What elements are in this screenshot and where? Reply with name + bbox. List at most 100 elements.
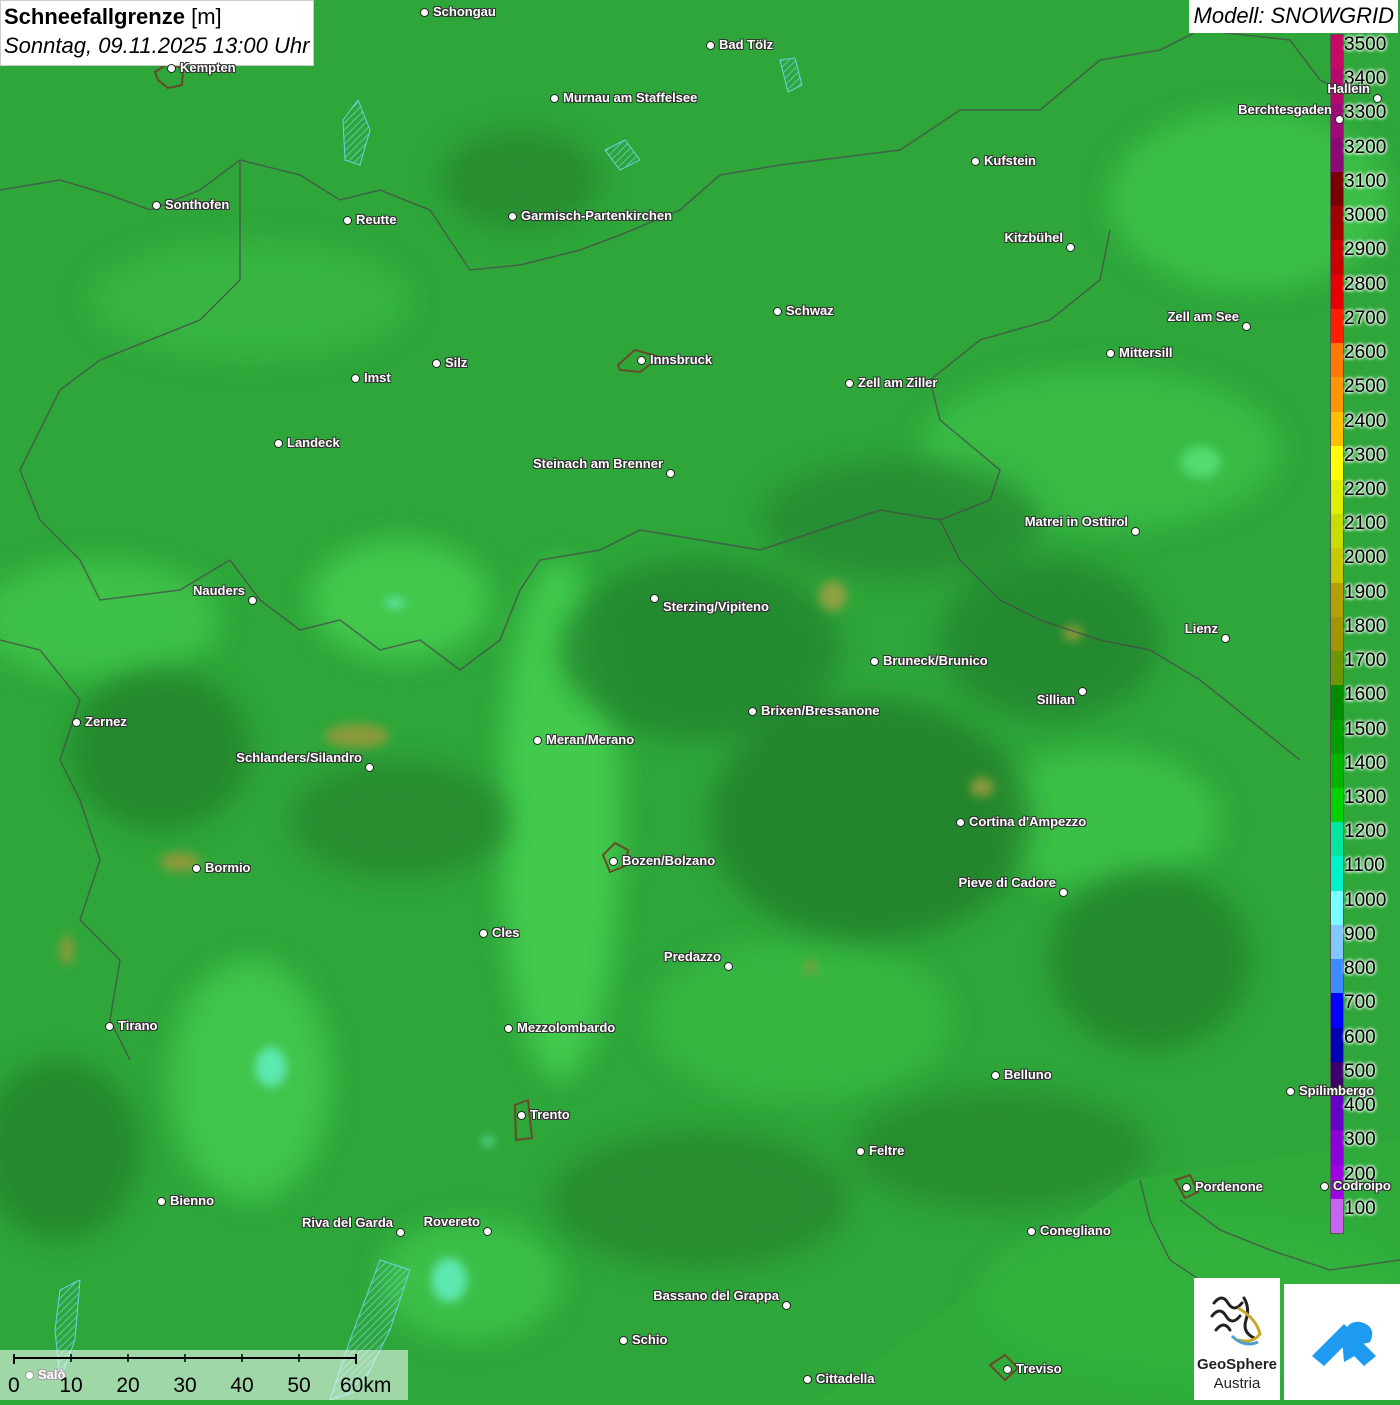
legend-swatch-1400	[1331, 753, 1343, 789]
city-label-tirano: Tirano	[118, 1018, 158, 1033]
city-dot-kufstein	[971, 157, 980, 166]
app-logo[interactable]	[1284, 1284, 1400, 1400]
legend-label-3300: 3300	[1344, 102, 1387, 124]
app-logo-icon	[1312, 1321, 1376, 1366]
map-title-unit: [m]	[191, 4, 222, 29]
legend-swatch-2900	[1331, 240, 1343, 276]
city-dot-schwaz	[773, 307, 782, 316]
legend-swatch-2300	[1331, 445, 1343, 481]
scale-label-6: 60km	[340, 1374, 392, 1397]
city-dot-garmisch-partenkirchen	[508, 212, 517, 221]
legend-label-2900: 2900	[1344, 239, 1387, 261]
city-dot-codroipo	[1320, 1182, 1329, 1191]
city-label-sonthofen: Sonthofen	[165, 197, 230, 212]
city-dot-bruneck-brunico	[870, 657, 879, 666]
city-dot-pordenone	[1182, 1183, 1191, 1192]
legend-label-2600: 2600	[1344, 342, 1387, 364]
logo-name-line1: GeoSphere	[1196, 1356, 1278, 1373]
city-label-garmisch-partenkirchen: Garmisch-Partenkirchen	[521, 208, 673, 223]
city-dot-zell-am-see	[1242, 322, 1251, 331]
city-label-landeck: Landeck	[287, 435, 340, 450]
city-dot-steinach-am-brenner	[666, 469, 675, 478]
legend-label-3200: 3200	[1344, 136, 1387, 158]
city-label-treviso: Treviso	[1016, 1361, 1062, 1376]
city-label-hallein: Hallein	[1327, 81, 1370, 96]
city-label-zernez: Zernez	[85, 714, 127, 729]
legend-swatch-2100	[1331, 514, 1343, 549]
legend-label-3500: 3500	[1344, 34, 1387, 55]
geosphere-logo-icon	[1210, 1296, 1262, 1346]
city-dot-conegliano	[1027, 1227, 1036, 1236]
city-label-schlanders-silandro: Schlanders/Silandro	[236, 750, 362, 765]
city-dot-cittadella	[803, 1375, 812, 1384]
legend-swatch-2800	[1331, 274, 1343, 310]
city-dot-tirano	[105, 1022, 114, 1031]
city-dot-landeck	[274, 439, 283, 448]
city-dot-sonthofen	[152, 201, 161, 210]
logo-name-line2: Austria	[1213, 1375, 1261, 1392]
city-dot-schongau	[420, 8, 429, 17]
city-dot-feltre	[856, 1147, 865, 1156]
city-label-silz: Silz	[445, 355, 468, 370]
city-label-bruneck-brunico: Bruneck/Brunico	[883, 653, 988, 668]
city-dot-cles	[479, 929, 488, 938]
city-dot-zell-am-ziller	[845, 379, 854, 388]
legend-swatch-2400	[1331, 411, 1343, 447]
geosphere-logo[interactable]: GeoSphere Austria	[1194, 1278, 1280, 1400]
scale-label-0: 0	[8, 1374, 20, 1397]
scale-label-5: 50	[287, 1374, 311, 1397]
city-dot-kitzb-hel	[1066, 243, 1075, 252]
city-label-cles: Cles	[492, 925, 520, 940]
legend-label-2200: 2200	[1344, 478, 1387, 500]
legend-label-3000: 3000	[1344, 205, 1387, 227]
legend-swatch-1700	[1331, 651, 1343, 686]
legend-swatch-100	[1331, 1198, 1343, 1234]
map-title: Schneefallgrenze [m]	[4, 3, 309, 31]
scale-label-1: 10	[59, 1374, 83, 1397]
city-label-rovereto: Rovereto	[423, 1214, 480, 1229]
legend-label-2100: 2100	[1344, 513, 1387, 535]
legend-swatch-400	[1331, 1096, 1343, 1131]
city-dot-sterzing-vipiteno	[650, 594, 659, 603]
legend-label-2500: 2500	[1344, 376, 1387, 398]
city-label-mezzolombardo: Mezzolombardo	[517, 1020, 616, 1035]
scale-labels: 0 10 20 30 40 50 60km	[0, 1368, 408, 1398]
scale-label-4: 40	[230, 1374, 254, 1397]
city-label-matrei-in-osttirol: Matrei in Osttirol	[1024, 514, 1128, 529]
city-dot-pieve-di-cadore	[1059, 888, 1068, 897]
legend-label-600: 600	[1344, 1026, 1376, 1048]
legend-label-1900: 1900	[1344, 581, 1387, 603]
legend-swatch-3200	[1331, 137, 1343, 173]
city-label-schwaz: Schwaz	[786, 303, 834, 318]
city-dot-meran-merano	[533, 736, 542, 745]
city-label-brixen-bressanone: Brixen/Bressanone	[761, 703, 880, 718]
city-dot-silz	[432, 359, 441, 368]
legend-label-1100: 1100	[1344, 855, 1385, 877]
city-dot-lienz	[1221, 634, 1230, 643]
city-dot-bassano-del-grappa	[782, 1301, 791, 1310]
legend-swatch-900	[1331, 924, 1343, 960]
map-title-box: Schneefallgrenze [m] Sonntag, 09.11.2025…	[0, 0, 315, 66]
city-dot-spilimbergo	[1286, 1087, 1295, 1096]
legend-swatch-1200	[1331, 822, 1343, 857]
city-label-schio: Schio	[632, 1332, 668, 1347]
city-label-bozen-bolzano: Bozen/Bolzano	[622, 853, 716, 868]
city-dot-bienno	[157, 1197, 166, 1206]
model-label: Modell: SNOWGRID	[1188, 0, 1398, 33]
city-dot-schlanders-silandro	[365, 763, 374, 772]
city-label-riva-del-garda: Riva del Garda	[301, 1215, 393, 1230]
legend-label-2400: 2400	[1344, 410, 1387, 432]
city-label-bormio: Bormio	[205, 860, 251, 875]
map-title-main: Schneefallgrenze	[4, 4, 185, 29]
city-dot-brixen-bressanone	[748, 707, 757, 716]
city-label-zell-am-see: Zell am See	[1167, 309, 1239, 324]
legend-swatch-1600	[1331, 685, 1343, 721]
legend-swatch-1800	[1331, 616, 1343, 652]
city-dot-reutte	[343, 216, 352, 225]
scale-label-3: 30	[173, 1374, 197, 1397]
legend-swatch-1000	[1331, 890, 1343, 926]
city-label-zell-am-ziller: Zell am Ziller	[858, 375, 938, 390]
city-label-sterzing-vipiteno: Sterzing/Vipiteno	[663, 599, 769, 614]
legend-label-2000: 2000	[1344, 547, 1387, 569]
map-datetime: Sonntag, 09.11.2025 13:00 Uhr	[4, 33, 310, 58]
